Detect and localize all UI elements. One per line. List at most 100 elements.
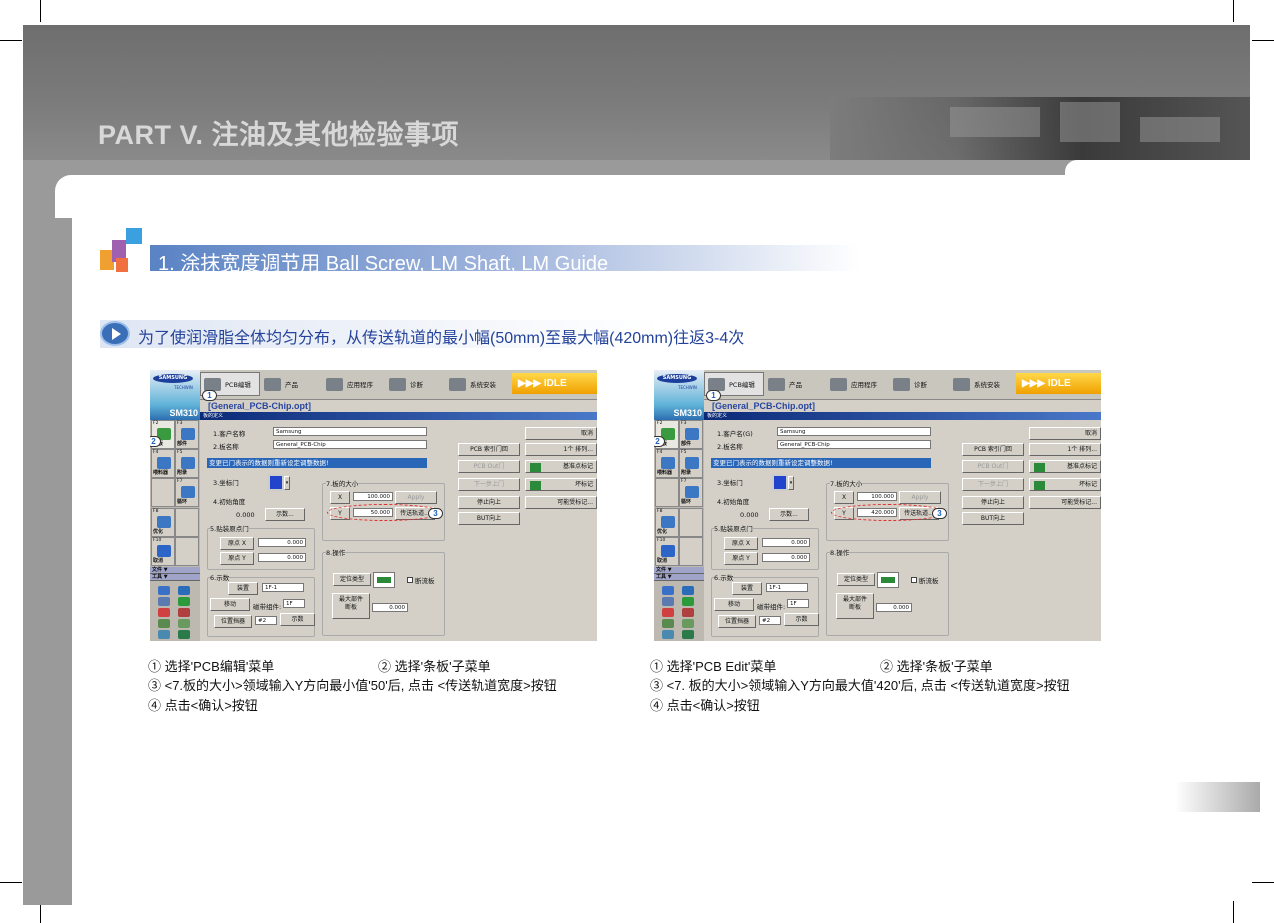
fkey-button[interactable]: F8 优化 xyxy=(655,508,679,537)
right-button[interactable]: 取消 xyxy=(1029,427,1101,440)
customer-input[interactable]: Samsung xyxy=(273,427,427,436)
locate-type-icon[interactable] xyxy=(373,572,395,588)
tool-icon[interactable] xyxy=(662,619,674,628)
fkey-button[interactable]: F4 喂料器 xyxy=(655,449,679,478)
stopper-button[interactable]: 位置挡器 xyxy=(214,615,252,628)
coordinate-icon[interactable] xyxy=(772,474,788,491)
coordinate-icon[interactable] xyxy=(268,474,284,491)
x-input[interactable]: 100.000 xyxy=(857,492,897,501)
tool-icon[interactable] xyxy=(158,630,170,639)
origin-y-input[interactable]: 0.000 xyxy=(258,553,306,562)
right-button[interactable]: 可能受标记... xyxy=(525,496,597,509)
max-part-input[interactable]: 0.000 xyxy=(876,603,912,612)
right-button[interactable]: 停止向上 xyxy=(962,496,1024,509)
nav-tab[interactable]: 产品 xyxy=(764,372,826,396)
menu-file[interactable]: 文件 ▼ xyxy=(654,567,704,574)
locate-type-button[interactable]: 定位类型 xyxy=(333,573,371,586)
tool-icon[interactable] xyxy=(178,597,190,606)
right-button[interactable]: 停止向上 xyxy=(458,496,520,509)
stopper-select[interactable]: #2 xyxy=(255,616,277,625)
right-button[interactable]: 1个 排列... xyxy=(1029,443,1101,456)
device-button[interactable]: 装置 xyxy=(732,582,762,595)
fkey-button[interactable]: F7 循环 xyxy=(175,478,199,507)
tool-icon[interactable] xyxy=(158,586,170,595)
locate-type-button[interactable]: 定位类型 xyxy=(837,573,875,586)
right-button[interactable]: 坏标记 xyxy=(525,478,597,491)
chevron-down-icon[interactable]: ▾ xyxy=(284,476,290,490)
device-select[interactable]: 1F-1 xyxy=(766,583,808,592)
right-button[interactable]: PCB Out门 xyxy=(962,460,1024,473)
tool-icon[interactable] xyxy=(682,597,694,606)
tool-icon[interactable] xyxy=(682,608,694,617)
fkey-button[interactable]: F4 喂料器 xyxy=(151,449,175,478)
tool-icon[interactable] xyxy=(178,608,190,617)
teach2-button[interactable]: 示数 xyxy=(784,613,819,626)
tool-icon[interactable] xyxy=(158,619,170,628)
menu-tools[interactable]: 工具 ▼ xyxy=(654,574,704,581)
customer-input[interactable]: Samsung xyxy=(777,427,931,436)
fkey-button[interactable]: F5 附录 xyxy=(175,449,199,478)
right-button[interactable]: 下一步上门 xyxy=(962,478,1024,491)
max-part-button[interactable]: 最大部件 断板 xyxy=(332,593,370,619)
right-button[interactable]: 下一步上门 xyxy=(458,478,520,491)
origin-x-input[interactable]: 0.000 xyxy=(258,538,306,547)
fkey-button[interactable]: F10 取消 xyxy=(151,537,175,566)
right-button[interactable]: 基准点标记 xyxy=(525,460,597,473)
breakflow-checkbox[interactable] xyxy=(911,577,917,583)
right-button[interactable]: 1个 排列... xyxy=(525,443,597,456)
right-button[interactable]: 基准点标记 xyxy=(1029,460,1101,473)
nav-tab[interactable]: 诊断 xyxy=(889,372,949,396)
x-input[interactable]: 100.000 xyxy=(353,492,393,501)
right-button[interactable]: PCB Out门 xyxy=(458,460,520,473)
apply-button[interactable]: Apply xyxy=(899,491,941,504)
right-button[interactable]: 取消 xyxy=(525,427,597,440)
nav-tab[interactable]: 应用程序 xyxy=(826,372,889,396)
move-button[interactable]: 移动 xyxy=(714,598,754,611)
device-button[interactable]: 装置 xyxy=(228,582,258,595)
origin-x-input[interactable]: 0.000 xyxy=(762,538,810,547)
apply-button[interactable]: Apply xyxy=(395,491,437,504)
right-button[interactable]: 可能受标记... xyxy=(1029,496,1101,509)
stopper-button[interactable]: 位置挡器 xyxy=(718,615,756,628)
right-button[interactable]: BUT向上 xyxy=(962,512,1024,525)
teach2-button[interactable]: 示数 xyxy=(280,613,315,626)
tool-icon[interactable] xyxy=(662,586,674,595)
chevron-down-icon[interactable]: ▾ xyxy=(788,476,794,490)
tool-icon[interactable] xyxy=(662,597,674,606)
tool-icon[interactable] xyxy=(682,619,694,628)
tool-icon[interactable] xyxy=(682,586,694,595)
menu-file[interactable]: 文件 ▼ xyxy=(150,567,200,574)
tool-icon[interactable] xyxy=(158,597,170,606)
locate-type-icon[interactable] xyxy=(877,572,899,588)
move-button[interactable]: 移动 xyxy=(210,598,250,611)
nav-tab[interactable]: 系统安装 xyxy=(949,372,1014,396)
nav-tab[interactable]: 产品 xyxy=(260,372,322,396)
fkey-button[interactable]: F10 取消 xyxy=(655,537,679,566)
nav-tab[interactable]: 系统安装 xyxy=(445,372,510,396)
nav-tab[interactable]: 诊断 xyxy=(385,372,445,396)
board-name-input[interactable]: General_PCB-Chip xyxy=(777,440,931,449)
menu-tools[interactable]: 工具 ▼ xyxy=(150,574,200,581)
tape-select[interactable]: 1F xyxy=(283,599,305,608)
fkey-button[interactable] xyxy=(655,478,679,507)
tape-select[interactable]: 1F xyxy=(787,599,809,608)
stopper-select[interactable]: #2 xyxy=(759,616,781,625)
right-button[interactable]: PCB 索引门回 xyxy=(458,443,520,456)
board-name-input[interactable]: General_PCB-Chip xyxy=(273,440,427,449)
origin-y-input[interactable]: 0.000 xyxy=(762,553,810,562)
tool-icon[interactable] xyxy=(682,630,694,639)
nav-tab[interactable]: 应用程序 xyxy=(322,372,385,396)
right-button[interactable]: 坏标记 xyxy=(1029,478,1101,491)
device-select[interactable]: 1F-1 xyxy=(262,583,304,592)
fkey-button[interactable]: F8 优化 xyxy=(151,508,175,537)
tool-icon[interactable] xyxy=(178,630,190,639)
fkey-button[interactable]: F5 附录 xyxy=(679,449,703,478)
breakflow-checkbox[interactable] xyxy=(407,577,413,583)
max-part-input[interactable]: 0.000 xyxy=(372,603,408,612)
fkey-button[interactable] xyxy=(151,478,175,507)
fkey-button[interactable]: F7 循环 xyxy=(679,478,703,507)
right-button[interactable]: BUT向上 xyxy=(458,512,520,525)
tool-icon[interactable] xyxy=(662,608,674,617)
fkey-button[interactable]: F3 部件 xyxy=(175,420,199,449)
max-part-button[interactable]: 最大部件 断板 xyxy=(836,593,874,619)
